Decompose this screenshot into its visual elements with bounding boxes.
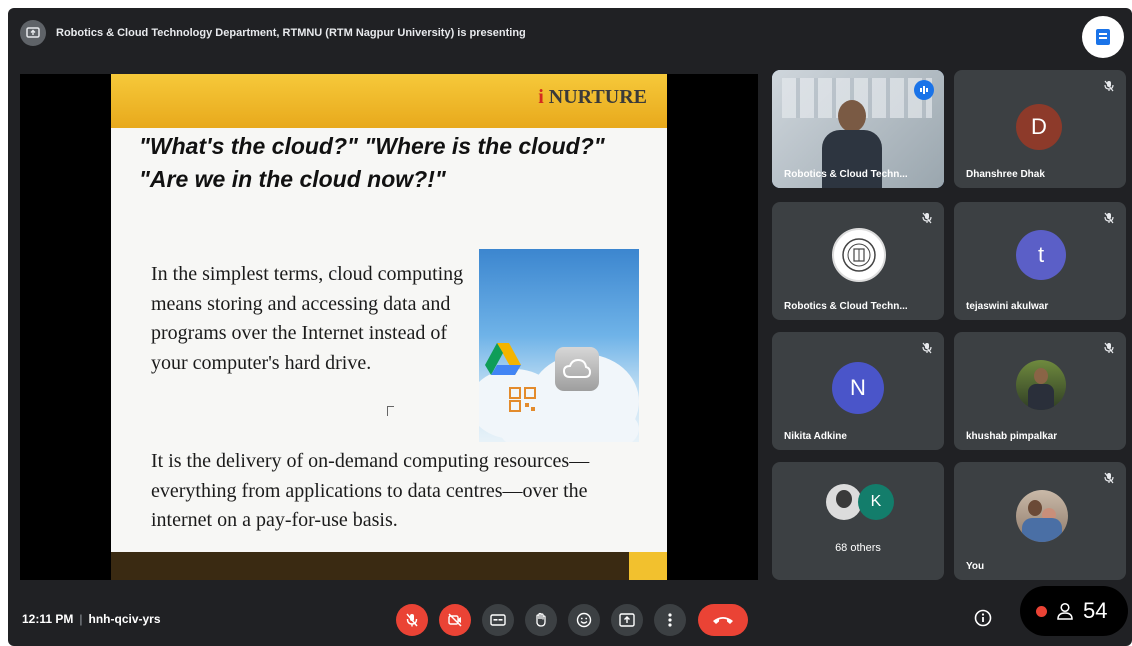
present-screen-button[interactable] xyxy=(611,604,643,636)
avatar-photo xyxy=(1016,490,1068,542)
mic-off-icon xyxy=(1104,342,1114,354)
participant-name: Dhanshree Dhak xyxy=(966,169,1045,180)
meet-logo-icon xyxy=(1082,16,1124,58)
university-logo xyxy=(832,228,886,282)
avatar: D xyxy=(1016,104,1062,150)
others-count-label: 68 others xyxy=(835,542,881,554)
emoji-icon xyxy=(576,612,592,628)
captions-icon xyxy=(490,614,506,626)
recording-dot xyxy=(1036,605,1047,617)
avatar-photo xyxy=(1016,360,1066,410)
cloud-image xyxy=(479,249,639,442)
mouse-cursor xyxy=(387,406,394,416)
participant-tile[interactable]: t tejaswini akulwar xyxy=(954,202,1126,320)
captions-button[interactable] xyxy=(482,604,514,636)
participants-button[interactable]: 54 xyxy=(1020,586,1128,636)
camera-toggle-button[interactable] xyxy=(439,604,471,636)
slide-footer-band xyxy=(111,552,667,580)
bottom-bar: 12:11 PM | hnh-qciv-yrs 54 xyxy=(8,586,1132,646)
avatar-initial: t xyxy=(1037,242,1045,267)
slide-paragraph-2: It is the delivery of on-demand computin… xyxy=(151,450,590,531)
google-drive-icon xyxy=(485,343,521,375)
more-options-button[interactable] xyxy=(654,604,686,636)
participant-tile[interactable]: Robotics & Cloud Techn... xyxy=(772,70,944,188)
meeting-time: 12:11 PM xyxy=(22,612,74,626)
avatar: t xyxy=(1016,230,1066,280)
mic-off-icon xyxy=(1104,212,1114,224)
mic-toggle-button[interactable] xyxy=(396,604,428,636)
others-tile[interactable]: K 68 others xyxy=(772,462,944,580)
avatar-initial: D xyxy=(1031,114,1047,139)
mic-off-icon xyxy=(922,342,932,354)
slide-paragraph-1: In the simplest terms, cloud computing m… xyxy=(151,263,464,374)
icloud-icon xyxy=(555,347,599,391)
camera-off-icon xyxy=(448,613,462,627)
present-icon xyxy=(20,20,46,46)
participant-name: Robotics & Cloud Techn... xyxy=(784,301,908,312)
speaking-indicator-icon xyxy=(914,80,934,100)
avatar-initial: K xyxy=(870,493,882,510)
meet-window: Robotics & Cloud Technology Department, … xyxy=(8,8,1132,646)
participant-tile[interactable]: Robotics & Cloud Techn... xyxy=(772,202,944,320)
participant-name: Nikita Adkine xyxy=(784,431,847,442)
present-screen-icon xyxy=(619,613,635,627)
meeting-code[interactable]: hnh-qciv-yrs xyxy=(89,612,161,626)
slide-logo-text: NURTURE xyxy=(548,86,647,108)
slide-logo-i: i xyxy=(538,86,544,108)
avatar-photo xyxy=(826,484,862,520)
avatar: N xyxy=(832,362,884,414)
emoji-reaction-button[interactable] xyxy=(568,604,600,636)
raise-hand-icon xyxy=(536,612,546,627)
participant-tile[interactable]: khushab pimpalkar xyxy=(954,332,1126,450)
mic-off-icon xyxy=(1104,80,1114,92)
participant-name: Robotics & Cloud Techn... xyxy=(784,169,908,180)
presentation-stage: i NURTURE "What's the cloud?" "Where is … xyxy=(20,74,758,580)
avatar-initial: N xyxy=(850,375,866,400)
info-icon[interactable] xyxy=(974,609,992,627)
participant-tile[interactable]: D Dhanshree Dhak xyxy=(954,70,1126,188)
slide-title: "What's the cloud?" "Where is the cloud?… xyxy=(139,133,605,192)
participant-count: 54 xyxy=(1083,598,1108,623)
separator: | xyxy=(79,612,83,626)
mic-off-icon xyxy=(406,613,418,627)
avatar: K xyxy=(858,484,894,520)
mic-off-icon xyxy=(1104,472,1114,484)
end-call-button[interactable] xyxy=(698,604,748,636)
more-options-icon xyxy=(668,613,672,627)
slide-footer-accent xyxy=(629,552,667,580)
raise-hand-button[interactable] xyxy=(525,604,557,636)
presentation-banner-text: Robotics & Cloud Technology Department, … xyxy=(56,27,526,39)
mic-off-icon xyxy=(922,212,932,224)
participant-name: khushab pimpalkar xyxy=(966,431,1058,442)
slide-logo: i NURTURE xyxy=(538,86,647,109)
participant-tile[interactable]: N Nikita Adkine xyxy=(772,332,944,450)
self-tile[interactable]: You xyxy=(954,462,1126,580)
slide: i NURTURE "What's the cloud?" "Where is … xyxy=(111,74,667,580)
top-bar: Robotics & Cloud Technology Department, … xyxy=(8,8,1132,58)
end-call-icon xyxy=(713,617,733,624)
participant-name: tejaswini akulwar xyxy=(966,301,1049,312)
qr-code-icon xyxy=(509,387,536,412)
meeting-info: 12:11 PM | hnh-qciv-yrs xyxy=(22,612,161,626)
people-icon xyxy=(1057,602,1073,620)
participant-name: You xyxy=(966,561,985,572)
presentation-banner: Robotics & Cloud Technology Department, … xyxy=(20,20,526,46)
